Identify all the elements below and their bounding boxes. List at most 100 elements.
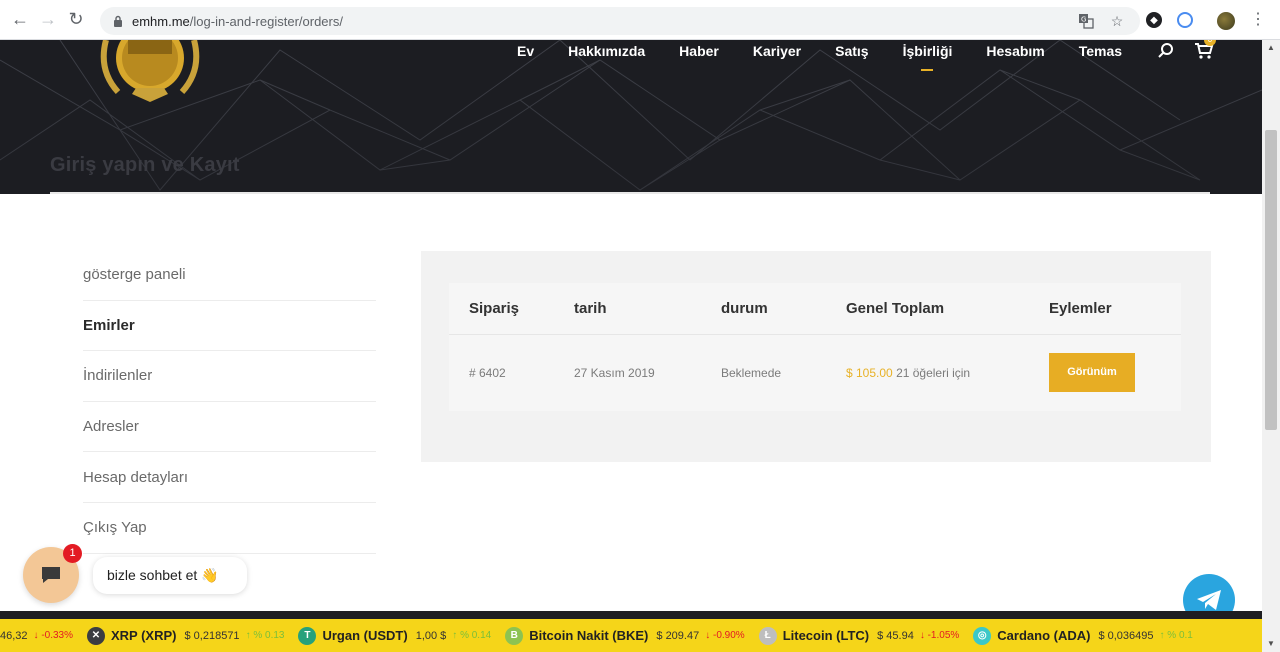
order-total: $ 105.00 21 öğeleri için: [826, 334, 1029, 411]
up-arrow-icon: ↑: [452, 630, 461, 641]
scroll-thumb[interactable]: [1265, 130, 1277, 430]
account-nav-logout[interactable]: Çıkış Yap: [83, 503, 376, 554]
order-number-link[interactable]: # 6402: [449, 334, 554, 411]
ticker-change-value: % 0.13: [253, 630, 285, 641]
account-nav-downloads[interactable]: İndirilenler: [83, 351, 376, 402]
ticker-change: ↑ % 0.1: [1160, 630, 1193, 641]
order-actions: Görünüm: [1029, 334, 1181, 411]
ticker-item: 46,32 ↓ -0.33%: [0, 630, 73, 642]
address-bar[interactable]: emhm.me/log-in-and-register/orders/ G ☆: [100, 7, 1140, 35]
x-icon: ✕: [87, 626, 105, 645]
down-arrow-icon: ↓: [705, 630, 713, 641]
ticker-item: T Urgan (USDT) 1,00 $ ↑ % 0.14: [298, 626, 491, 645]
ticker-name: Bitcoin Nakit (BKE): [529, 628, 649, 643]
nav-isbirligi[interactable]: İşbirliği: [903, 43, 952, 71]
ticker-price: $ 0,218571: [184, 629, 240, 642]
ticker-change: ↓ -0.33%: [34, 630, 73, 641]
ticker-change-value: % 0.1: [1167, 630, 1193, 641]
ticker-change: ↑ % 0.13: [246, 630, 285, 641]
order-total-price: $ 105.00: [846, 365, 893, 380]
url-host: emhm.me: [132, 13, 190, 29]
ticker-item: ✕ XRP (XRP) $ 0,218571 ↑ % 0.13: [87, 626, 285, 645]
crypto-ticker: 46,32 ↓ -0.33% ✕ XRP (XRP) $ 0,218571 ↑ …: [0, 619, 1262, 652]
chat-prompt-bubble[interactable]: bizle sohbet et 👋: [93, 557, 247, 594]
profile-avatar[interactable]: [1217, 12, 1235, 30]
bitcoin-cash-icon: B: [505, 626, 524, 645]
back-arrow-icon[interactable]: ←: [6, 6, 34, 34]
reload-icon[interactable]: ↻: [62, 6, 90, 34]
extension-shield-icon[interactable]: ◆: [1146, 12, 1162, 28]
ticker-item: Ł Litecoin (LTC) $ 45.94 ↓ -1.05%: [758, 626, 959, 645]
scroll-up-arrow-icon[interactable]: ▲: [1262, 40, 1280, 56]
browser-toolbar: ← → ↻ emhm.me/log-in-and-register/orders…: [0, 0, 1280, 40]
table-row: # 6402 27 Kasım 2019 Beklemede $ 105.00 …: [449, 334, 1181, 411]
nav-hesabim[interactable]: Hesabım: [986, 43, 1044, 59]
down-arrow-icon: ↓: [919, 630, 928, 641]
account-navigation: gösterge paneli Emirler İndirilenler Adr…: [83, 250, 376, 554]
ticker-change: ↓ -1.05%: [920, 630, 959, 641]
title-divider: [50, 192, 1210, 194]
chat-unread-badge: 1: [63, 544, 82, 563]
account-nav-orders[interactable]: Emirler: [83, 301, 376, 352]
account-nav-account-details[interactable]: Hesap detayları: [83, 452, 376, 503]
orders-panel: Sipariş tarih durum Genel Toplam Eylemle…: [421, 251, 1211, 462]
company-logo[interactable]: [92, 40, 208, 104]
main-navigation: Ev Hakkımızda Haber Kariyer Satış İşbirl…: [500, 40, 1139, 71]
col-date: tarih: [554, 283, 701, 335]
translate-icon[interactable]: G: [1078, 13, 1094, 29]
ticker-item: ◎ Cardano (ADA) $ 0,036495 ↑ % 0.1: [973, 626, 1193, 645]
ticker-change-value: % 0.14: [460, 630, 492, 641]
col-order: Sipariş: [449, 283, 554, 335]
orders-table: Sipariş tarih durum Genel Toplam Eylemle…: [449, 283, 1181, 411]
ticker-change: ↑ % 0.14: [452, 630, 491, 641]
account-nav-addresses[interactable]: Adresler: [83, 402, 376, 453]
col-status: durum: [701, 283, 826, 335]
ticker-change: ↓ -0.90%: [705, 630, 744, 641]
svg-text:G: G: [1081, 16, 1086, 24]
cardano-icon: ◎: [973, 626, 992, 645]
ticker-change-value: -0.90%: [713, 630, 745, 641]
url-text: emhm.me/log-in-and-register/orders/: [132, 14, 343, 29]
ticker-change-value: -1.05%: [927, 630, 960, 641]
forward-arrow-icon[interactable]: →: [34, 6, 62, 34]
ticker-name: Litecoin (LTC): [782, 628, 870, 643]
tether-icon: T: [298, 626, 317, 645]
page-scrollbar[interactable]: ▲ ▼: [1262, 40, 1280, 652]
hero-header: Ev Hakkımızda Haber Kariyer Satış İşbirl…: [0, 40, 1262, 194]
ticker-price: $ 45.94: [877, 629, 914, 642]
ticker-name: Cardano (ADA): [997, 628, 1091, 643]
nav-temas[interactable]: Temas: [1079, 43, 1122, 59]
ticker-price: 1,00 $: [415, 629, 447, 642]
ticker-change-value: -0.33%: [41, 630, 73, 641]
browser-menu-icon[interactable]: ⋮: [1250, 10, 1266, 30]
lock-icon: [112, 15, 124, 27]
order-date: 27 Kasım 2019: [574, 365, 655, 380]
col-actions: Eylemler: [1029, 283, 1181, 335]
url-path: /log-in-and-register/orders/: [189, 13, 343, 29]
page-title: Giriş yapın ve Kayıt: [50, 154, 240, 176]
litecoin-icon: Ł: [758, 626, 777, 645]
col-total: Genel Toplam: [826, 283, 1029, 335]
nav-satis[interactable]: Satış: [835, 43, 868, 59]
ticker-price: 46,32: [0, 629, 28, 642]
ticker-name: Urgan (USDT): [322, 628, 408, 643]
nav-kariyer[interactable]: Kariyer: [753, 43, 801, 59]
nav-hakkimizda[interactable]: Hakkımızda: [568, 43, 645, 59]
bookmark-star-icon[interactable]: ☆: [1109, 13, 1125, 29]
nav-ev[interactable]: Ev: [517, 43, 534, 59]
order-status: Beklemede: [721, 365, 782, 380]
order-total-items: 21 öğeleri için: [896, 365, 971, 380]
telegram-icon: [1197, 590, 1221, 610]
ticker-price: $ 0,036495: [1098, 629, 1154, 642]
scroll-down-arrow-icon[interactable]: ▼: [1262, 636, 1280, 652]
orders-table-header-row: Sipariş tarih durum Genel Toplam Eylemle…: [449, 283, 1181, 335]
ticker-price: $ 209.47: [656, 629, 700, 642]
extension-circle-icon[interactable]: [1177, 12, 1193, 28]
ticker-item: B Bitcoin Nakit (BKE) $ 209.47 ↓ -0.90%: [505, 626, 745, 645]
ticker-name: XRP (XRP): [111, 628, 177, 643]
account-nav-dashboard[interactable]: gösterge paneli: [83, 250, 376, 301]
chat-icon: [42, 567, 60, 583]
search-icon[interactable]: [1157, 42, 1175, 60]
nav-haber[interactable]: Haber: [679, 43, 719, 59]
view-order-button[interactable]: Görünüm: [1049, 353, 1135, 393]
